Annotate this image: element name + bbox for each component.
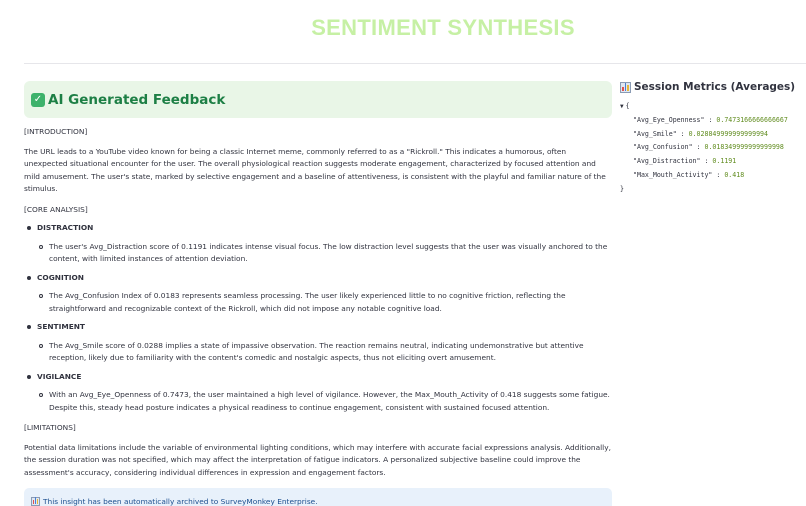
archive-notice: This insight has been automatically arch… xyxy=(24,488,612,506)
item-title-text: DISTRACTION xyxy=(37,223,94,232)
item-title-text: COGNITION xyxy=(37,272,84,282)
item-detail-text: The user's Avg_Distraction score of 0.11… xyxy=(49,241,608,264)
json-key: "Max_Mouth_Activity" xyxy=(633,170,713,179)
limitations-label: [LIMITATIONS] xyxy=(24,423,76,432)
analysis-item-detail: The Avg_Smile score of 0.0288 implies a … xyxy=(39,340,612,365)
item-detail-text: The Avg_Smile score of 0.0288 implies a … xyxy=(49,340,584,363)
json-entry: "Avg_Distraction" : 0.1191 xyxy=(633,157,737,166)
json-entry: "Avg_Eye_Openness" : 0.7473166666666667 xyxy=(633,115,788,124)
bullet-icon xyxy=(27,226,31,231)
item-detail-text: The Avg_Confusion Index of 0.0183 repres… xyxy=(49,291,566,313)
caret-down-icon[interactable]: ▼ xyxy=(620,100,624,114)
app-title: SENTIMENT SYNTHESIS xyxy=(311,15,575,40)
feedback-heading: AI Generated Feedback xyxy=(48,91,226,108)
metrics-heading: Session Metrics (Averages) xyxy=(634,81,796,93)
json-value: 0.028849999999999994 xyxy=(688,129,768,138)
analysis-list: DISTRACTION The user's Avg_Distraction s… xyxy=(24,222,612,414)
json-value: 0.418 xyxy=(724,170,745,179)
json-value: 0.1191 xyxy=(712,157,737,166)
analysis-item-detail: The user's Avg_Distraction score of 0.11… xyxy=(39,241,612,266)
top-divider xyxy=(24,63,806,64)
json-key: "Avg_Confusion" xyxy=(633,143,693,152)
json-value: 0.7473166666666667 xyxy=(716,115,788,124)
json-entry: "Avg_Confusion" : 0.018349999999999998 xyxy=(633,143,784,152)
intro-label: [INTRODUCTION] xyxy=(24,127,88,136)
analysis-item-title: SENTIMENT xyxy=(27,321,612,334)
bullet-icon xyxy=(27,275,31,280)
json-value: 0.018349999999999998 xyxy=(704,143,784,152)
feedback-panel: ✓ AI Generated Feedback [INTRODUCTION] T… xyxy=(24,81,612,506)
json-close-brace: } xyxy=(620,184,624,193)
intro-text: The URL leads to a YouTube video known f… xyxy=(24,146,606,194)
metrics-json-viewer: ▼{ "Avg_Eye_Openness" : 0.74731666666666… xyxy=(620,100,806,197)
metrics-heading-row: Session Metrics (Averages) xyxy=(620,81,806,93)
json-key: "Avg_Eye_Openness" xyxy=(633,115,705,124)
item-title-text: VIGILANCE xyxy=(37,371,82,381)
sub-bullet-icon xyxy=(39,244,43,249)
json-key: "Avg_Distraction" xyxy=(633,157,701,166)
json-entry: "Avg_Smile" : 0.028849999999999994 xyxy=(633,129,768,138)
bar-chart-icon xyxy=(620,81,631,93)
item-title-text: SENTIMENT xyxy=(37,322,85,331)
json-open-brace: { xyxy=(625,102,630,110)
sub-bullet-icon xyxy=(39,343,43,348)
json-key: "Avg_Smile" xyxy=(633,129,677,138)
json-entry: "Max_Mouth_Activity" : 0.418 xyxy=(633,170,745,179)
limitations-text: Potential data limitations include the v… xyxy=(24,442,611,477)
check-mark-icon: ✓ xyxy=(31,92,45,107)
feedback-header: ✓ AI Generated Feedback xyxy=(24,81,612,118)
item-detail-text: With an Avg_Eye_Openness of 0.7473, the … xyxy=(49,390,610,412)
bullet-icon xyxy=(27,325,31,330)
core-analysis-label: [CORE ANALYSIS] xyxy=(24,204,88,214)
analysis-item-title: DISTRACTION xyxy=(27,222,612,235)
analysis-item-detail: With an Avg_Eye_Openness of 0.7473, the … xyxy=(39,389,612,414)
sub-bullet-icon xyxy=(39,393,43,397)
analysis-item-detail: The Avg_Confusion Index of 0.0183 repres… xyxy=(39,290,612,315)
analysis-item-title: VIGILANCE xyxy=(27,371,612,384)
analysis-item-title: COGNITION xyxy=(27,272,612,285)
archive-notice-text: This insight has been automatically arch… xyxy=(43,496,318,506)
bar-chart-icon xyxy=(31,496,40,506)
session-metrics-panel: Session Metrics (Averages) ▼{ "Avg_Eye_O… xyxy=(620,81,806,197)
bullet-icon xyxy=(27,374,31,379)
sub-bullet-icon xyxy=(39,294,43,298)
